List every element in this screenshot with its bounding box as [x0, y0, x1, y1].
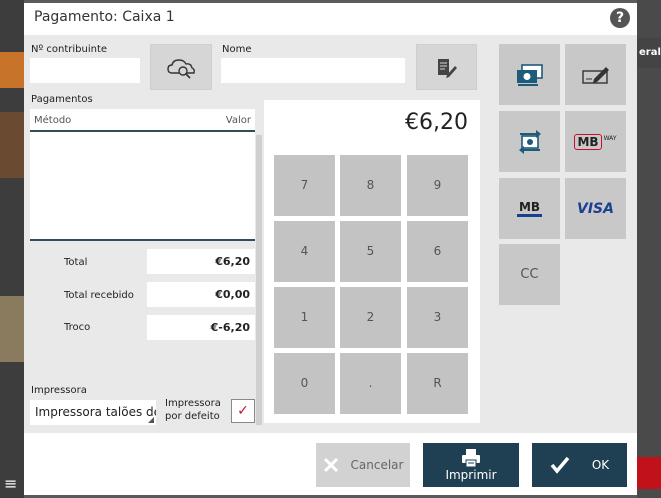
default-printer-label-line1: Impressora: [165, 398, 221, 409]
total-value: €6,20: [147, 249, 255, 274]
scrollbar[interactable]: [256, 135, 262, 425]
checkmark-icon: ✓: [237, 403, 249, 419]
key-9[interactable]: 9: [407, 155, 468, 216]
nome-input[interactable]: [221, 58, 405, 83]
contribuinte-label: Nº contribuinte: [31, 44, 108, 55]
dialog-title: Pagamento: Caixa 1: [34, 9, 175, 25]
key-reset[interactable]: R: [407, 353, 468, 414]
cloud-search-icon: [167, 59, 195, 79]
payment-method-cheque[interactable]: [565, 44, 626, 105]
printer-select-value: Impressora talões de: [35, 405, 156, 419]
total-label: Total: [64, 257, 88, 268]
total-recebido-value: €0,00: [147, 282, 255, 307]
key-6[interactable]: 6: [407, 221, 468, 282]
default-printer-label: Impressora por defeito: [165, 397, 221, 423]
transfer-icon: [518, 129, 541, 154]
key-1[interactable]: 1: [274, 287, 335, 348]
cc-label: CC: [520, 267, 539, 282]
mbway-logo: MB WAY: [574, 133, 617, 150]
payment-method-cc[interactable]: CC: [499, 244, 560, 305]
troco-value: €-6,20: [147, 315, 255, 340]
print-button[interactable]: Imprimir: [423, 443, 519, 487]
payment-method-multibanco[interactable]: MB: [499, 178, 560, 239]
payment-method-visa[interactable]: VISA: [565, 178, 626, 239]
troco-label: Troco: [64, 322, 91, 333]
payment-dialog: Pagamento: Caixa 1 ? Nº contribuinte Nom…: [24, 3, 637, 495]
multibanco-logo: MB: [516, 200, 543, 217]
key-8[interactable]: 8: [340, 155, 401, 216]
dialog-title-bar: Pagamento: Caixa 1 ?: [24, 3, 637, 35]
key-2[interactable]: 2: [340, 287, 401, 348]
mbway-logo-text: MB: [574, 133, 602, 150]
bg-red-button: [637, 457, 661, 489]
key-3[interactable]: 3: [407, 287, 468, 348]
printer-icon: [462, 449, 480, 468]
edit-document-icon: [438, 59, 457, 78]
bg-thumbnail: [0, 52, 24, 88]
key-4[interactable]: 4: [274, 221, 335, 282]
column-header-valor: Valor: [225, 115, 251, 126]
cancel-button[interactable]: Cancelar: [316, 443, 410, 487]
nome-label: Nome: [222, 44, 252, 55]
bg-thumbnail: [0, 296, 24, 362]
impressora-label: Impressora: [31, 385, 87, 396]
mbway-logo-small: WAY: [603, 134, 617, 142]
key-5[interactable]: 5: [340, 221, 401, 282]
ok-button[interactable]: OK: [532, 443, 627, 487]
close-icon: [323, 457, 338, 473]
nome-edit-button[interactable]: [416, 44, 477, 90]
ok-button-label: OK: [591, 458, 610, 472]
key-decimal[interactable]: .: [340, 353, 401, 414]
key-7[interactable]: 7: [274, 155, 335, 216]
cancel-button-label: Cancelar: [350, 458, 404, 472]
numeric-keypad: €6,20 7 8 9 4 5 6 1 2 3 0 . R: [264, 100, 480, 423]
payment-method-mbway[interactable]: MB WAY: [565, 111, 626, 172]
checkmark-icon: [550, 456, 570, 474]
background-right-panel: eral: [637, 0, 661, 498]
dialog-footer: Cancelar Imprimir OK: [24, 433, 637, 495]
default-printer-checkbox[interactable]: ✓: [231, 399, 255, 423]
cash-icon: [516, 63, 543, 86]
print-button-label: Imprimir: [445, 468, 497, 482]
column-header-metodo: Método: [34, 115, 72, 126]
default-printer-label-line2: por defeito: [165, 411, 220, 422]
payments-table-header: Método Valor: [30, 109, 255, 132]
payments-table: Método Valor: [30, 109, 255, 241]
key-0[interactable]: 0: [274, 353, 335, 414]
cheque-icon: [581, 66, 609, 84]
payment-method-cash[interactable]: [499, 44, 560, 105]
printer-select[interactable]: Impressora talões de: [30, 400, 156, 425]
help-icon[interactable]: ?: [610, 8, 630, 28]
payment-method-transfer[interactable]: [499, 111, 560, 172]
total-recebido-label: Total recebido: [64, 290, 134, 301]
pagamentos-label: Pagamentos: [31, 94, 93, 105]
contribuinte-search-button[interactable]: [150, 44, 212, 90]
contribuinte-input[interactable]: [30, 58, 140, 83]
visa-logo: VISA: [577, 200, 614, 217]
background-left-panel: ≡: [0, 0, 24, 498]
bg-tab-label: eral: [637, 38, 661, 68]
dropdown-arrow-icon: [148, 417, 154, 423]
menu-icon[interactable]: ≡: [4, 476, 17, 492]
amount-display: €6,20: [405, 110, 468, 135]
bg-thumbnail: [0, 112, 24, 178]
